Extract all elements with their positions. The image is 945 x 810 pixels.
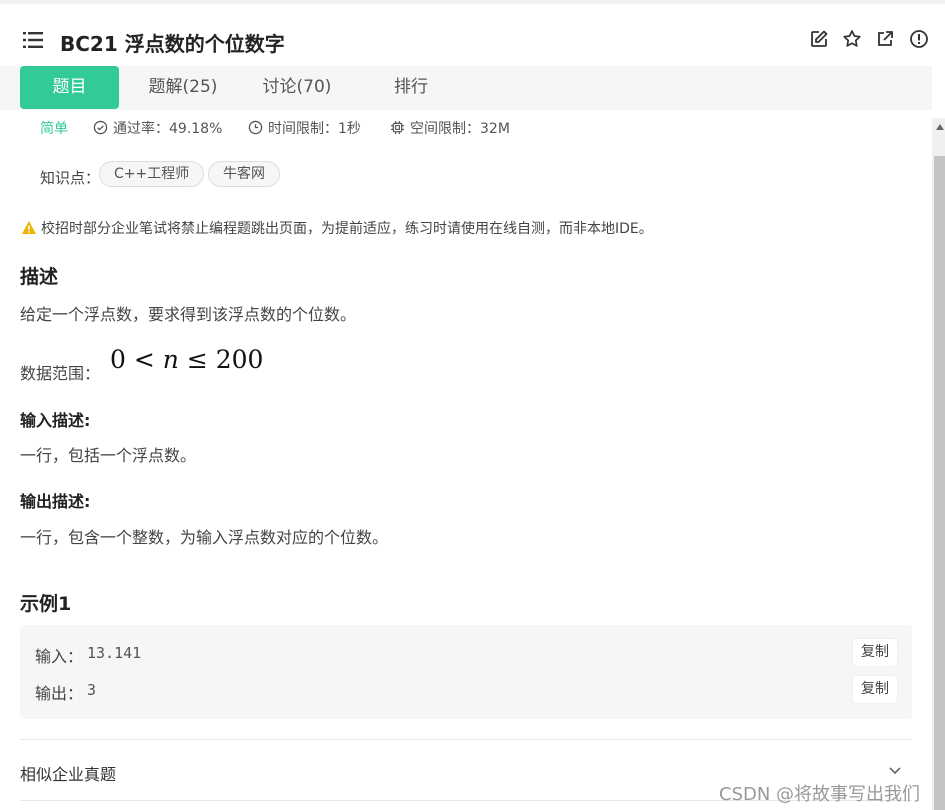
tab-problem[interactable]: 题目 [20,66,119,109]
range-label: 数据范围： [20,364,101,383]
menu-icon[interactable] [23,31,43,49]
knowledge-label: 知识点： [40,169,101,187]
watermark: CSDN @将故事写出我们 [719,784,921,805]
input-desc-heading: 输入描述: [20,411,91,430]
warning-icon [22,221,36,234]
example-heading: 示例1 [20,593,72,615]
output-desc-heading: 输出描述: [20,492,91,511]
external-link-icon[interactable] [875,29,895,49]
time-limit-text: 时间限制：1秒 [268,121,361,137]
pass-rate-text: 通过率：49.18% [113,121,223,137]
copy-input-button[interactable]: 复制 [853,639,897,666]
tab-solutions[interactable]: 题解(25) [137,66,229,109]
check-circle-icon [93,120,108,135]
tag-nowcoder[interactable]: 牛客网 [208,161,280,187]
tab-bar: 题目 题解(25) 讨论(70) 排行 [0,66,932,110]
copy-output-button[interactable]: 复制 [853,676,897,703]
page-title: BC21 浮点数的个位数字 [60,32,285,56]
scroll-up-arrow-icon[interactable] [936,124,944,130]
range-rhs: ≤ 200 [186,345,264,374]
star-icon[interactable] [842,29,862,49]
clock-icon [248,120,263,135]
tag-cpp-engineer[interactable]: C++工程师 [99,161,205,187]
chip-icon [390,120,405,135]
range-var: n [162,345,179,374]
example-output-label: 输出： [35,684,84,703]
chevron-down-icon[interactable] [887,762,903,778]
example-box: 输入： 13.141 复制 输出： 3 复制 [20,625,912,719]
space-limit-text: 空间限制：32M [410,121,510,137]
divider [20,739,912,740]
tab-discussion[interactable]: 讨论(70) [251,66,343,109]
tab-ranking[interactable]: 排行 [370,66,452,109]
description-heading: 描述 [20,266,59,288]
difficulty-badge: 简单 [40,121,68,137]
edit-icon[interactable] [809,29,829,49]
range-formula: 0 < n ≤ 200 [110,345,263,374]
problem-header: BC21 浮点数的个位数字 [0,4,945,66]
range-lhs: 0 < [110,345,155,374]
description-text: 给定一个浮点数，要求得到该浮点数的个位数。 [20,305,357,324]
example-input-label: 输入： [35,647,84,666]
warning-text: 校招时部分企业笔试将禁止编程题跳出页面，为提前适应，练习时请使用在线自测，而非本… [41,221,653,237]
example-output-value: 3 [87,681,97,699]
similar-questions-toggle[interactable]: 相似企业真题 [20,761,116,785]
info-icon[interactable] [909,29,929,49]
output-desc-text: 一行，包含一个整数，为输入浮点数对应的个位数。 [20,528,389,547]
example-input-value: 13.141 [87,644,142,662]
input-desc-text: 一行，包括一个浮点数。 [20,446,197,465]
scrollbar-thumb[interactable] [934,156,945,810]
